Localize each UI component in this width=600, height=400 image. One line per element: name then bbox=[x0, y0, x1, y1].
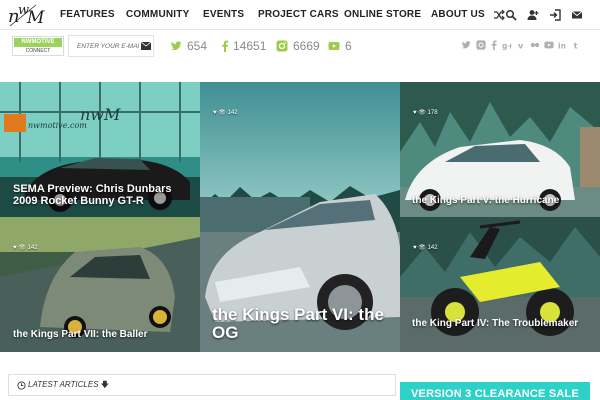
user-add-icon[interactable] bbox=[527, 9, 539, 21]
search-icon[interactable] bbox=[505, 9, 517, 21]
tile-title[interactable]: the Kings Part V: the Hurricane bbox=[412, 195, 597, 207]
twitter-count: 654 bbox=[187, 39, 208, 53]
tile-views: 142 bbox=[27, 245, 38, 251]
instagram-count: 6669 bbox=[293, 39, 320, 53]
featured-tile-kings-iv[interactable]: ♥ 👁 142 the King Part IV: The Troublemak… bbox=[400, 217, 600, 352]
svg-text:in: in bbox=[558, 41, 566, 50]
svg-text:nwM: nwM bbox=[80, 105, 121, 124]
nav-features[interactable]: FEATURES bbox=[60, 0, 115, 30]
tile-title[interactable]: the King Part IV: The Troublemaker bbox=[412, 318, 597, 330]
tile-title[interactable]: the Kings Part VII: the Baller bbox=[13, 329, 198, 341]
nav-about-us[interactable]: ABOUT US bbox=[431, 0, 485, 30]
tile-views: 142 bbox=[427, 245, 438, 251]
nav-project-cars[interactable]: PROJECT CARS bbox=[258, 0, 339, 30]
twitter-social-icon[interactable] bbox=[461, 40, 471, 50]
eye-icon: 👁 bbox=[18, 245, 26, 251]
heart-icon: ♥ bbox=[413, 245, 417, 251]
svg-text:t: t bbox=[574, 40, 578, 50]
clock-icon bbox=[17, 381, 26, 390]
youtube-count: 6 bbox=[345, 39, 352, 53]
tile-title[interactable]: the Kings Part VI: the OG bbox=[212, 306, 392, 342]
facebook-icon[interactable] bbox=[219, 40, 231, 52]
latest-articles-bar[interactable]: LATEST ARTICLES 🡇 bbox=[8, 374, 396, 396]
badge-top-label: NWMOTIVE bbox=[14, 38, 62, 47]
instagram-social-icon[interactable] bbox=[476, 40, 486, 50]
flickr-icon[interactable] bbox=[530, 40, 540, 50]
badge-bottom-label: CONNECT bbox=[25, 48, 51, 54]
youtube-icon[interactable] bbox=[328, 40, 340, 52]
featured-grid: nwmotive.com nwM SEMA Preview: Chris Dun… bbox=[0, 82, 600, 352]
heart-icon: ♥ bbox=[213, 110, 217, 116]
tile-image-ruckus bbox=[400, 217, 600, 352]
random-icon[interactable] bbox=[493, 9, 505, 21]
nav-online-store[interactable]: ONLINE STORE bbox=[344, 0, 421, 30]
youtube-social-icon[interactable] bbox=[544, 40, 554, 50]
nav-events[interactable]: EVENTS bbox=[203, 0, 244, 30]
featured-tile-kings-v[interactable]: ♥ 👁 178 the Kings Part V: the Hurricane bbox=[400, 82, 600, 217]
eye-icon: 👁 bbox=[218, 110, 226, 116]
clearance-sale-label: VERSION 3 CLEARANCE SALE bbox=[411, 388, 579, 400]
eye-icon: 👁 bbox=[418, 245, 426, 251]
svg-text:g+: g+ bbox=[502, 41, 512, 50]
site-logo[interactable]: n w M bbox=[6, 2, 46, 28]
login-icon[interactable] bbox=[549, 9, 561, 21]
vimeo-icon[interactable]: v bbox=[517, 40, 527, 50]
eye-icon: 👁 bbox=[418, 110, 426, 116]
latest-articles-text: LATEST ARTICLES bbox=[28, 380, 99, 389]
nwmotive-connect-badge[interactable]: NWMOTIVE CONNECT bbox=[12, 36, 64, 56]
tile-views: 142 bbox=[227, 110, 238, 116]
arrow-down-icon: 🡇 bbox=[100, 380, 110, 389]
facebook-count: 14651 bbox=[233, 39, 267, 53]
mail-icon[interactable] bbox=[571, 9, 583, 21]
featured-tile-sema-gtr[interactable]: nwmotive.com nwM SEMA Preview: Chris Dun… bbox=[0, 82, 200, 217]
tumblr-icon[interactable]: t bbox=[572, 40, 582, 50]
featured-tile-kings-vii[interactable]: ♥ 👁 142 the Kings Part VII: the Baller bbox=[0, 217, 200, 352]
google-plus-icon[interactable]: g+ bbox=[502, 40, 512, 50]
latest-articles-label: LATEST ARTICLES 🡇 bbox=[28, 375, 109, 395]
twitter-icon[interactable] bbox=[170, 40, 182, 52]
connect-bar: NWMOTIVE CONNECT 654 14651 6669 6 g+ v bbox=[0, 30, 600, 60]
top-navigation: n w M FEATURES COMMUNITY EVENTS PROJECT … bbox=[0, 0, 600, 30]
heart-icon: ♥ bbox=[13, 245, 17, 251]
subscribe-mail-icon[interactable] bbox=[141, 42, 151, 50]
svg-text:v: v bbox=[518, 40, 524, 50]
heart-icon: ♥ bbox=[413, 110, 417, 116]
tile-views: 178 bbox=[427, 110, 438, 116]
tile-title[interactable]: SEMA Preview: Chris Dunbars 2009 Rocket … bbox=[13, 183, 193, 207]
featured-tile-kings-vi[interactable]: ♥ 👁 142 the Kings Part VI: the OG bbox=[200, 82, 400, 352]
linkedin-icon[interactable]: in bbox=[558, 40, 568, 50]
clearance-sale-banner[interactable]: VERSION 3 CLEARANCE SALE bbox=[400, 382, 590, 400]
facebook-social-icon[interactable] bbox=[489, 40, 499, 50]
svg-text:nwmotive.com: nwmotive.com bbox=[28, 121, 87, 130]
nav-community[interactable]: COMMUNITY bbox=[126, 0, 189, 30]
instagram-icon[interactable] bbox=[276, 40, 288, 52]
